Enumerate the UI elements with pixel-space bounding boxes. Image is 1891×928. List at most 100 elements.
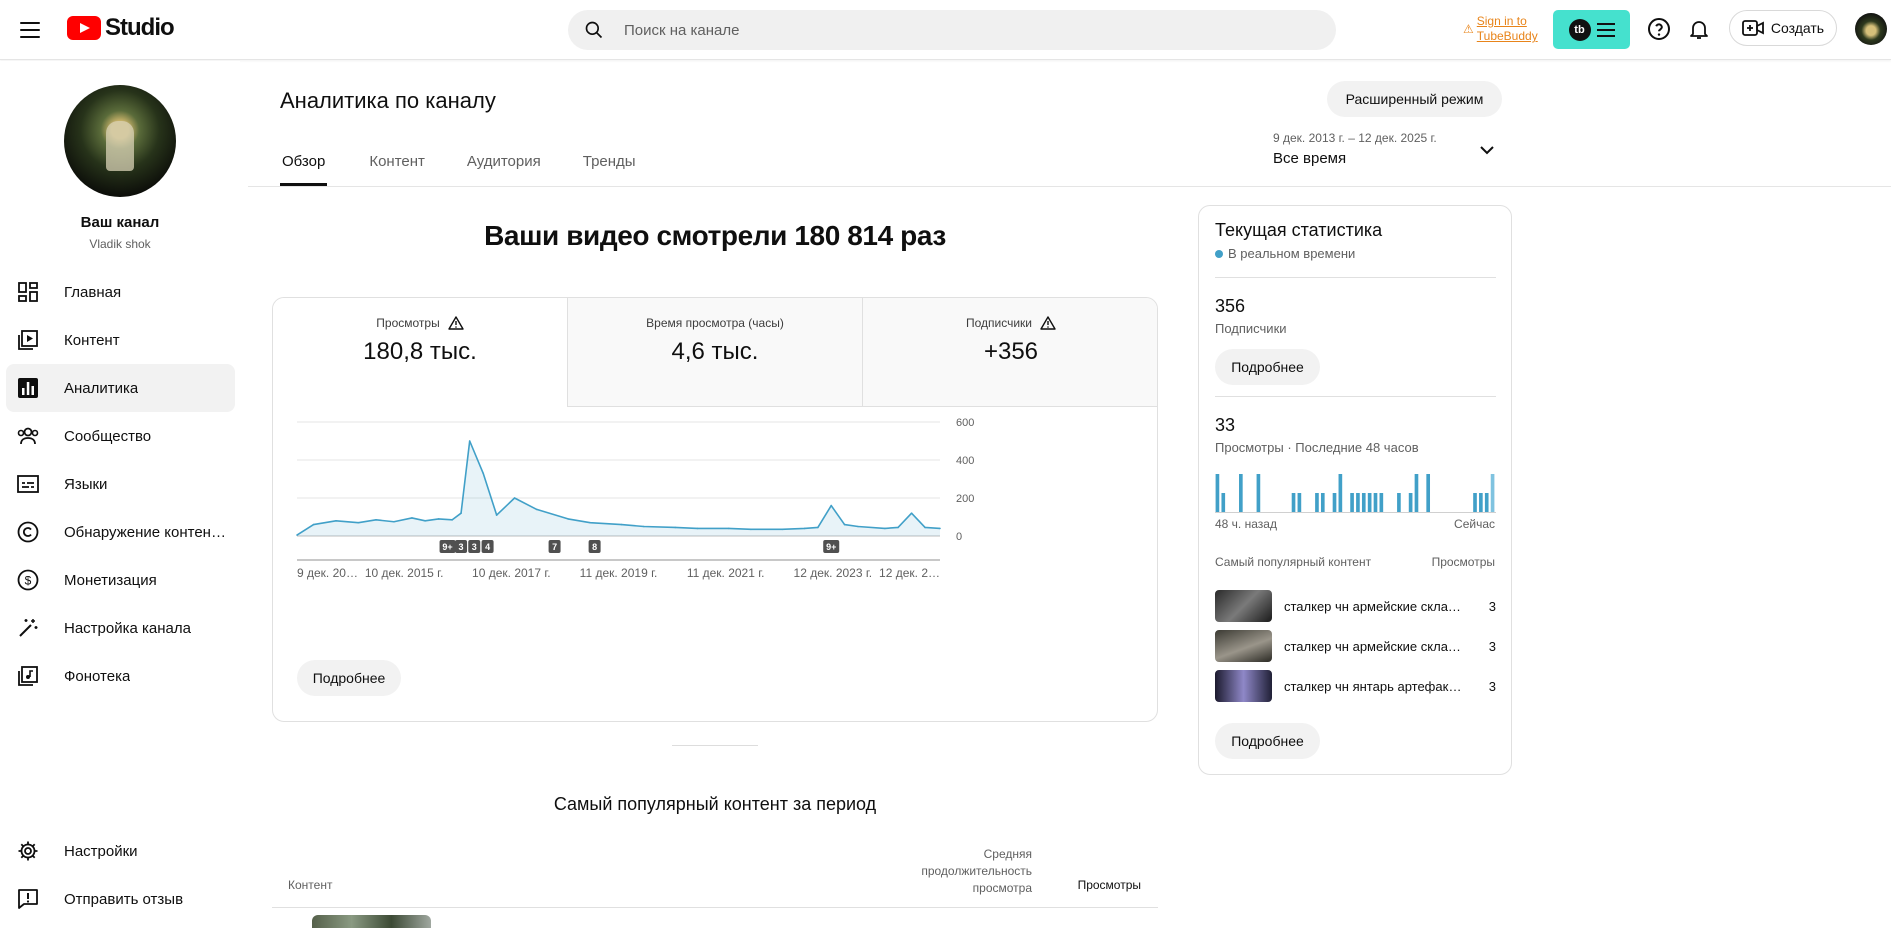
hourly-bar[interactable]	[1361, 493, 1366, 512]
sidebar-item-monetization[interactable]: $ Монетизация	[6, 556, 235, 604]
metric-tab-subscribers[interactable]: Подписчики +356	[863, 298, 1157, 407]
views-headline: Ваши видео смотрели 180 814 раз	[484, 220, 946, 251]
hourly-bar[interactable]	[1490, 474, 1495, 512]
logo-text: Studio	[105, 14, 175, 41]
channel-avatar[interactable]	[64, 85, 176, 197]
hourly-bar[interactable]	[1356, 493, 1360, 512]
video-title[interactable]: сталкер чн армейские скла…	[1284, 599, 1464, 614]
youtube-play-icon	[67, 16, 101, 40]
sidebar-item-customization[interactable]: Настройка канала	[6, 604, 235, 652]
warning-triangle-icon[interactable]	[1040, 316, 1056, 330]
video-title[interactable]: сталкер чн армейские скла…	[1284, 639, 1464, 654]
hourly-bar[interactable]	[1479, 493, 1483, 512]
hourly-bar[interactable]	[1426, 474, 1431, 512]
hourly-bar[interactable]	[1291, 493, 1296, 512]
gear-icon	[16, 839, 40, 863]
sidebar-item-languages[interactable]: Языки	[6, 460, 235, 508]
youtube-studio-logo[interactable]: Studio	[67, 14, 175, 42]
y-tick-label: 0	[956, 531, 962, 543]
hourly-bar[interactable]	[1239, 474, 1243, 512]
sidebar-item-label: Контент	[64, 331, 120, 349]
sidebar-item-label: Фонотека	[64, 667, 131, 685]
x-tick-label: 9 дек. 20…	[297, 566, 358, 580]
views-line-chart[interactable]: 02004006009+ 3 3 4 7 8 9+9 дек. 20… 10 дек. 201…	[273, 407, 1158, 647]
create-button[interactable]: Создать	[1729, 10, 1837, 46]
data-point	[535, 508, 538, 511]
hourly-bar[interactable]	[1338, 474, 1343, 512]
hourly-bar[interactable]	[1414, 474, 1419, 512]
x-tick-label: 12 дек. 2023 г.	[794, 566, 873, 580]
hourly-bar[interactable]	[1484, 493, 1489, 512]
popular-content-title: Самый популярный контент за период	[553, 794, 877, 814]
hourly-bar[interactable]	[1221, 493, 1226, 512]
video-add-icon	[1741, 20, 1764, 36]
sidebar-item-copyright[interactable]: Обнаружение контен…	[6, 508, 235, 556]
top-content-views-header: Просмотры	[1431, 555, 1495, 569]
tubebuddy-menu-button[interactable]: tb	[1553, 10, 1630, 49]
hourly-views-bar-chart[interactable]	[1215, 470, 1496, 513]
hourly-bar[interactable]	[1379, 493, 1384, 512]
x-tick-label: 10 дек. 2017 г.	[472, 566, 551, 580]
column-header-views[interactable]: Просмотры	[1056, 878, 1141, 892]
tubebuddy-sign-in-link[interactable]: ⚠ Sign in to TubeBuddy	[1463, 14, 1538, 44]
hourly-bar[interactable]	[1320, 493, 1325, 512]
hourly-bar[interactable]	[1332, 493, 1337, 512]
warning-triangle-icon[interactable]	[448, 316, 464, 330]
subscribers-more-button[interactable]: Подробнее	[1215, 349, 1320, 385]
search-bar[interactable]	[568, 10, 1336, 50]
hourly-bar[interactable]	[1397, 493, 1401, 512]
video-thumbnail[interactable]	[1215, 590, 1272, 622]
sidebar-item-settings[interactable]: Настройки	[6, 827, 235, 875]
hamburger-menu-icon[interactable]	[18, 18, 42, 42]
video-thumbnail[interactable]	[1215, 670, 1272, 702]
top-content-more-button[interactable]: Подробнее	[1215, 723, 1320, 759]
advanced-mode-button[interactable]: Расширенный режим	[1327, 81, 1502, 117]
tab-audience[interactable]: Аудитория	[467, 146, 541, 186]
hourly-bar[interactable]	[1315, 493, 1319, 512]
video-thumbnail[interactable]	[1215, 630, 1272, 662]
hourly-bar[interactable]	[1373, 493, 1378, 512]
dollar-icon: $	[16, 568, 40, 592]
annotation-label: 3	[472, 542, 477, 552]
copyright-icon	[16, 520, 40, 544]
annotation-label: 7	[552, 542, 557, 552]
tab-trends[interactable]: Тренды	[583, 146, 636, 186]
metric-tab-watch-time[interactable]: Время просмотра (часы) 4,6 тыс.	[568, 298, 863, 407]
top-video-row[interactable]: сталкер чн янтарь артефакт… 3	[1215, 670, 1496, 702]
metric-label: Время просмотра (часы)	[646, 316, 784, 330]
date-range-picker[interactable]: 9 дек. 2013 г. – 12 дек. 2025 г. Все вре…	[1273, 131, 1503, 167]
video-thumbnail[interactable]	[312, 915, 431, 928]
sidebar-item-community[interactable]: Сообщество	[6, 412, 235, 460]
search-icon[interactable]	[584, 20, 604, 40]
tab-content[interactable]: Контент	[369, 146, 425, 186]
search-input[interactable]	[624, 10, 1304, 50]
table-header-divider	[272, 907, 1158, 908]
data-point	[460, 512, 462, 514]
sidebar-item-feedback[interactable]: Отправить отзыв	[6, 875, 235, 923]
tab-overview[interactable]: Обзор	[280, 146, 328, 186]
chart-more-button[interactable]: Подробнее	[297, 660, 401, 696]
video-title[interactable]: сталкер чн янтарь артефакт…	[1284, 679, 1464, 694]
notifications-bell-icon[interactable]	[1685, 15, 1713, 43]
bar-axis-start-label: 48 ч. назад	[1215, 517, 1277, 531]
hourly-bar[interactable]	[1473, 493, 1477, 512]
top-video-row[interactable]: сталкер чн армейские скла… 3	[1215, 630, 1496, 662]
data-point	[924, 526, 926, 529]
hourly-bar[interactable]	[1367, 493, 1372, 512]
sidebar-item-analytics[interactable]: Аналитика	[6, 364, 235, 412]
hourly-bar[interactable]	[1215, 474, 1220, 512]
hourly-bar[interactable]	[1408, 493, 1413, 512]
data-point	[897, 526, 899, 529]
sidebar-item-dashboard[interactable]: Главная	[6, 268, 235, 316]
metric-tab-views[interactable]: Просмотры 180,8 тыс.	[273, 298, 568, 407]
top-video-row[interactable]: сталкер чн армейские скла… 3	[1215, 590, 1496, 622]
sidebar-item-content[interactable]: Контент	[6, 316, 235, 364]
account-avatar[interactable]	[1855, 13, 1887, 45]
hourly-bar[interactable]	[1350, 493, 1354, 512]
hourly-bar[interactable]	[1256, 474, 1261, 512]
hourly-bar[interactable]	[1297, 493, 1302, 512]
column-header-avg-duration[interactable]: Средняя продолжительность просмотра	[880, 846, 1032, 897]
sidebar-item-audio-library[interactable]: Фонотека	[6, 652, 235, 700]
help-icon[interactable]	[1645, 15, 1673, 43]
bar-axis-end-label: Сейчас	[1454, 517, 1495, 531]
